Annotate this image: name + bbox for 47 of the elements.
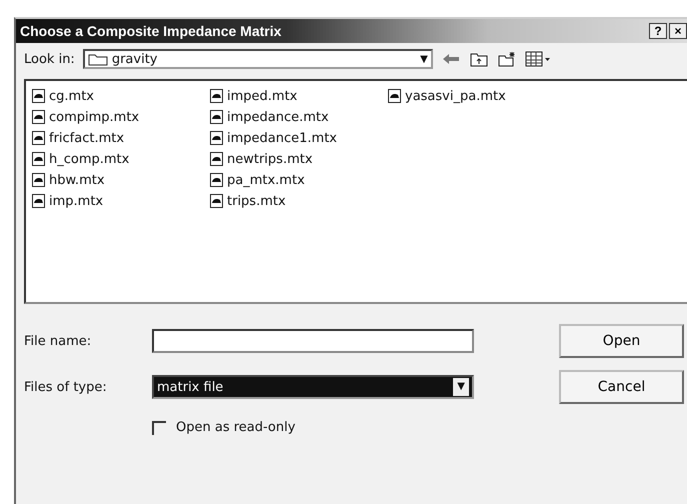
files-of-type-label: Files of type: xyxy=(24,380,108,394)
file-item[interactable]: impedance1.mtx xyxy=(210,129,337,147)
file-item[interactable]: compimp.mtx xyxy=(32,108,140,126)
file-item[interactable]: h_comp.mtx xyxy=(32,150,130,168)
look-in-dropdown[interactable]: gravity ▼ xyxy=(82,49,433,69)
file-item[interactable]: trips.mtx xyxy=(210,192,286,210)
files-of-type-value: matrix file xyxy=(157,380,224,394)
file-icon xyxy=(210,110,224,124)
file-icon xyxy=(32,131,46,145)
file-icon xyxy=(32,152,46,166)
cancel-button[interactable]: Cancel xyxy=(559,370,684,404)
file-item[interactable]: hbw.mtx xyxy=(32,171,105,189)
file-icon xyxy=(388,89,402,103)
file-item[interactable]: pa_mtx.mtx xyxy=(210,171,305,189)
files-of-type-dropdown[interactable]: matrix file ▼ xyxy=(152,375,474,399)
file-icon xyxy=(32,89,46,103)
file-icon xyxy=(32,110,46,124)
help-button[interactable]: ? xyxy=(649,23,667,39)
file-item[interactable]: newtrips.mtx xyxy=(210,150,313,168)
read-only-checkbox[interactable] xyxy=(152,420,166,434)
back-arrow-icon[interactable] xyxy=(440,51,461,67)
file-name-field[interactable] xyxy=(152,329,474,353)
dropdown-arrow: ▼ xyxy=(420,54,428,64)
file-icon xyxy=(210,131,224,145)
file-icon xyxy=(210,173,224,187)
file-item[interactable]: cg.mtx xyxy=(32,87,94,105)
look-in-label: Look in: xyxy=(24,52,75,66)
file-item[interactable]: yasasvi_pa.mtx xyxy=(388,87,506,105)
window-title: Choose a Composite Impedance Matrix xyxy=(20,23,282,39)
read-only-label: Open as read-only xyxy=(176,420,296,435)
view-menu-icon[interactable] xyxy=(524,51,551,67)
folder-icon xyxy=(88,52,108,66)
file-item[interactable]: imped.mtx xyxy=(210,87,298,105)
file-item[interactable]: fricfact.mtx xyxy=(32,129,124,147)
file-icon xyxy=(32,194,46,208)
close-button[interactable]: × xyxy=(669,23,687,39)
file-icon xyxy=(210,89,224,103)
new-folder-icon[interactable] xyxy=(496,51,517,67)
file-icon xyxy=(32,173,46,187)
file-item[interactable]: imp.mtx xyxy=(32,192,104,210)
file-name-label: File name: xyxy=(24,334,92,348)
file-icon xyxy=(210,194,224,208)
open-button[interactable]: Open xyxy=(559,324,684,358)
file-icon xyxy=(210,152,224,166)
file-item[interactable]: impedance.mtx xyxy=(210,108,329,126)
look-in-value: gravity xyxy=(112,52,158,66)
up-folder-icon[interactable] xyxy=(468,51,489,67)
